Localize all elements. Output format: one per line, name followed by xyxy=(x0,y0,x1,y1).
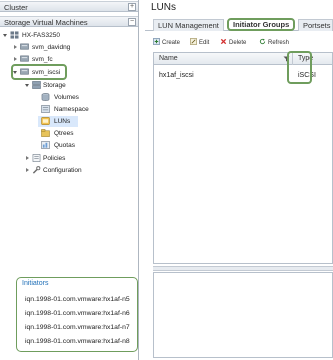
quotas-label: Quotas xyxy=(54,142,75,149)
tree-node-luns[interactable]: LUNs xyxy=(38,116,78,127)
tab-portsets[interactable]: Portsets xyxy=(298,19,333,31)
tree-node-policies[interactable]: Policies xyxy=(0,153,138,164)
volumes-label: Volumes xyxy=(54,94,79,101)
initiators-title: Initiators xyxy=(22,280,49,287)
quota-icon xyxy=(41,141,50,149)
pane-splitter[interactable] xyxy=(153,266,333,271)
configuration-label: Configuration xyxy=(43,167,82,174)
create-button[interactable]: Create xyxy=(153,38,180,47)
details-panel xyxy=(153,272,333,358)
tree-expanded-icon[interactable] xyxy=(25,84,29,87)
initiators-box: Initiators iqn.1998-01.com.vmware:hx1af-… xyxy=(16,277,138,352)
type-column-highlight-outline xyxy=(287,51,312,84)
initiator-item: iqn.1998-01.com.vmware:hx1af-n6 xyxy=(25,310,130,317)
initiator-item: iqn.1998-01.com.vmware:hx1af-n7 xyxy=(25,324,130,331)
tree-node-qtrees[interactable]: Qtrees xyxy=(0,128,138,139)
policies-icon xyxy=(32,154,41,162)
tree-collapsed-icon[interactable] xyxy=(14,45,17,49)
svm-label: svm_davidng xyxy=(32,44,71,51)
svm-header-label: Storage Virtual Machines xyxy=(4,18,88,27)
refresh-label: Refresh xyxy=(268,40,290,46)
tree-node-quotas[interactable]: Quotas xyxy=(0,140,138,151)
refresh-button[interactable]: Refresh xyxy=(259,38,289,47)
column-header-name[interactable]: Name xyxy=(159,55,178,62)
tree-node-configuration[interactable]: Configuration xyxy=(0,165,138,176)
tree-node-cluster[interactable]: HX-FAS3250 xyxy=(0,30,138,41)
luns-label: LUNs xyxy=(54,118,71,125)
tree-node-svm-davidng[interactable]: svm_davidng xyxy=(0,42,138,53)
tree-node-storage[interactable]: Storage xyxy=(0,80,138,91)
tree-node-namespace[interactable]: Namespace xyxy=(0,104,138,115)
delete-icon xyxy=(220,38,227,45)
tree-collapsed-icon[interactable] xyxy=(26,168,29,172)
delete-label: Delete xyxy=(229,40,247,46)
edit-label: Edit xyxy=(199,40,210,46)
table-row-name[interactable]: hx1af_iscsi xyxy=(159,72,194,79)
lun-icon xyxy=(41,117,50,125)
initiator-item: iqn.1998-01.com.vmware:hx1af-n8 xyxy=(25,338,130,345)
refresh-icon xyxy=(259,38,266,45)
tree-expanded-icon[interactable] xyxy=(3,34,7,37)
cluster-node-label: HX-FAS3250 xyxy=(22,32,60,39)
tree-collapsed-icon[interactable] xyxy=(14,57,17,61)
tab-bar: LUN Management Initiator Groups Portsets xyxy=(145,16,333,31)
svm-icon xyxy=(20,55,29,62)
qtree-icon xyxy=(41,129,50,137)
tree-collapsed-icon[interactable] xyxy=(26,156,29,160)
expand-icon[interactable]: + xyxy=(128,3,136,11)
tab-initiator-groups[interactable]: Initiator Groups xyxy=(227,18,296,31)
namespace-label: Namespace xyxy=(54,106,89,113)
edit-button[interactable]: Edit xyxy=(190,38,209,47)
namespace-icon xyxy=(41,105,50,113)
svm-icon xyxy=(20,43,29,50)
create-label: Create xyxy=(162,40,181,46)
edit-icon xyxy=(190,38,197,45)
svm-section-header[interactable]: Storage Virtual Machines − xyxy=(0,16,138,27)
tree-node-volumes[interactable]: Volumes xyxy=(0,92,138,103)
create-icon xyxy=(153,38,160,45)
collapse-icon[interactable]: − xyxy=(128,18,136,26)
policies-label: Policies xyxy=(43,155,66,162)
content-pane: LUNs LUN Management Initiator Groups Por… xyxy=(145,0,333,360)
cluster-section-header[interactable]: Cluster + xyxy=(0,1,138,12)
initiator-item: iqn.1998-01.com.vmware:hx1af-n5 xyxy=(25,296,130,303)
svm-highlight-outline xyxy=(11,64,67,80)
qtrees-label: Qtrees xyxy=(54,130,74,137)
volume-icon xyxy=(41,93,50,101)
cluster-icon xyxy=(10,31,19,39)
delete-button[interactable]: Delete xyxy=(220,38,246,47)
page-title: LUNs xyxy=(151,2,177,13)
toolbar: Create Edit Delete Refresh xyxy=(153,36,333,50)
storage-icon xyxy=(32,81,41,89)
cluster-header-label: Cluster xyxy=(4,3,28,12)
storage-label: Storage xyxy=(43,82,66,89)
tab-lun-management[interactable]: LUN Management xyxy=(153,19,224,31)
configuration-icon xyxy=(32,166,41,174)
